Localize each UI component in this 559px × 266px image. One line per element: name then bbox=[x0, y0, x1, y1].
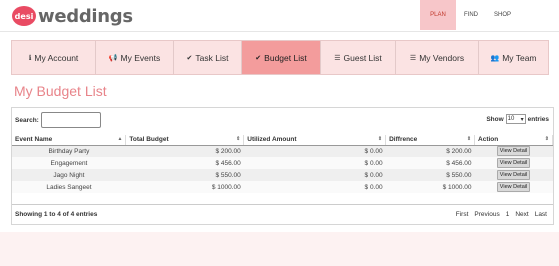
tab-task-list[interactable]: ✔ Task List bbox=[174, 41, 242, 74]
column-header-action: Action ⇕ bbox=[474, 135, 553, 146]
pager-last[interactable]: Last bbox=[535, 211, 547, 218]
tab-label: My Team bbox=[502, 52, 537, 63]
event-name-cell: Ladies Sangeet bbox=[12, 181, 126, 193]
info-icon: ℹ bbox=[28, 54, 32, 62]
action-cell: View Detail bbox=[474, 181, 553, 193]
tab-label: Guest List bbox=[343, 52, 382, 63]
table-info: Showing 1 to 4 of 4 entries bbox=[15, 211, 98, 218]
table-controls: Search: Show 10 ▾ entries bbox=[12, 108, 553, 133]
view-detail-button[interactable]: View Detail bbox=[496, 182, 531, 192]
tab-guest-list[interactable]: ☰ Guest List bbox=[321, 41, 396, 74]
view-detail-button[interactable]: View Detail bbox=[496, 146, 531, 157]
topnav-plan[interactable]: PLAN bbox=[420, 0, 456, 30]
total-budget-cell: $ 1000.00 bbox=[125, 181, 244, 193]
utilized-amount-cell: $ 0.00 bbox=[243, 169, 386, 181]
column-header-event-name[interactable]: Event Name ▲ bbox=[12, 135, 127, 146]
footer-strip bbox=[0, 232, 559, 266]
event-name-cell: Engagement bbox=[12, 157, 126, 169]
total-budget-cell: $ 550.00 bbox=[125, 169, 244, 181]
pager-page-1[interactable]: 1 bbox=[506, 211, 510, 218]
sort-icon: ⇕ bbox=[544, 136, 549, 142]
page-title: My Budget List bbox=[14, 83, 107, 99]
users-icon: 👥 bbox=[490, 54, 500, 62]
pager-previous[interactable]: Previous bbox=[474, 211, 499, 218]
check-icon: ✔ bbox=[186, 54, 193, 62]
page-size-select[interactable]: 10 ▾ bbox=[505, 114, 526, 124]
tab-label: My Vendors bbox=[419, 52, 465, 63]
pager-first[interactable]: First bbox=[456, 211, 469, 218]
search-input[interactable] bbox=[41, 112, 101, 128]
search-label: Search: bbox=[15, 117, 39, 124]
tab-my-vendors[interactable]: ☰ My Vendors bbox=[396, 41, 479, 74]
sort-icon: ⇕ bbox=[377, 136, 383, 142]
check-icon: ✔ bbox=[255, 54, 262, 62]
action-cell: View Detail bbox=[474, 157, 553, 169]
total-budget-cell: $ 200.00 bbox=[125, 145, 244, 157]
utilized-amount-cell: $ 0.00 bbox=[243, 181, 386, 193]
header: desi weddings PLAN FIND SHOP bbox=[0, 0, 559, 32]
table-row: Jago Night $ 550.00 $ 0.00 $ 550.00 View… bbox=[12, 169, 553, 181]
top-nav: PLAN FIND SHOP bbox=[420, 0, 519, 30]
column-header-total-budget[interactable]: Total Budget ⇕ bbox=[125, 135, 245, 146]
utilized-amount-cell: $ 0.00 bbox=[243, 145, 386, 157]
column-header-utilized-amount[interactable]: Utilized Amount ⇕ bbox=[243, 135, 387, 146]
tab-my-account[interactable]: ℹ My Account bbox=[12, 41, 96, 74]
tab-label: Budget List bbox=[264, 52, 307, 63]
sort-icon: ⇕ bbox=[236, 136, 241, 142]
action-cell: View Detail bbox=[474, 169, 553, 181]
tab-my-events[interactable]: 📢 My Events bbox=[96, 41, 174, 74]
chevron-down-icon: ▾ bbox=[520, 116, 524, 123]
table-row: Birthday Party $ 200.00 $ 0.00 $ 200.00 … bbox=[12, 145, 553, 157]
tab-label: My Account bbox=[34, 52, 79, 63]
tab-label: Task List bbox=[195, 52, 229, 63]
sort-icon: ⇕ bbox=[466, 136, 472, 142]
difference-cell: $ 200.00 bbox=[385, 145, 475, 157]
section-tabs: ℹ My Account 📢 My Events ✔ Task List ✔ B… bbox=[11, 40, 549, 75]
logo-text: weddings bbox=[38, 5, 133, 27]
event-name-cell: Jago Night bbox=[12, 169, 126, 181]
view-detail-button[interactable]: View Detail bbox=[496, 170, 531, 180]
topnav-find[interactable]: FIND bbox=[456, 0, 486, 30]
pagination: First Previous 1 Next Last bbox=[456, 211, 547, 218]
bullhorn-icon: 📢 bbox=[108, 54, 118, 62]
budget-table: Event Name ▲ Total Budget ⇕ Utilized Amoun… bbox=[12, 135, 553, 193]
page-size-value: 10 bbox=[507, 116, 515, 122]
total-budget-cell: $ 456.00 bbox=[125, 157, 244, 169]
show-label: Show bbox=[486, 115, 504, 123]
event-name-cell: Birthday Party bbox=[12, 145, 126, 157]
tab-label: My Events bbox=[120, 52, 161, 63]
sort-asc-icon: ▲ bbox=[117, 136, 123, 142]
action-cell: View Detail bbox=[474, 145, 553, 157]
entries-label: entries bbox=[527, 115, 549, 123]
view-detail-button[interactable]: View Detail bbox=[496, 158, 531, 168]
pager-next[interactable]: Next bbox=[515, 211, 528, 218]
logo-badge: desi bbox=[12, 6, 36, 26]
column-header-difference[interactable]: Diffrence ⇕ bbox=[385, 135, 476, 146]
page-size-control: Show 10 ▾ entries bbox=[486, 114, 549, 124]
difference-cell: $ 456.00 bbox=[385, 157, 475, 169]
tab-budget-list[interactable]: ✔ Budget List bbox=[242, 41, 321, 74]
logo[interactable]: desi weddings bbox=[12, 5, 133, 27]
table-header-row: Event Name ▲ Total Budget ⇕ Utilized Amoun… bbox=[12, 135, 553, 146]
utilized-amount-cell: $ 0.00 bbox=[243, 157, 386, 169]
difference-cell: $ 550.00 bbox=[385, 169, 475, 181]
difference-cell: $ 1000.00 bbox=[385, 181, 475, 193]
list-icon: ☰ bbox=[334, 54, 341, 62]
table-row: Engagement $ 456.00 $ 0.00 $ 456.00 View… bbox=[12, 157, 553, 169]
table-row: Ladies Sangeet $ 1000.00 $ 0.00 $ 1000.0… bbox=[12, 181, 553, 193]
topnav-shop[interactable]: SHOP bbox=[486, 0, 519, 30]
tab-my-team[interactable]: 👥 My Team bbox=[479, 41, 548, 74]
table-footer: Showing 1 to 4 of 4 entries First Previo… bbox=[12, 204, 553, 224]
budget-table-panel: Search: Show 10 ▾ entries Event Name ▲ To… bbox=[11, 107, 554, 225]
list-icon: ☰ bbox=[409, 54, 417, 62]
